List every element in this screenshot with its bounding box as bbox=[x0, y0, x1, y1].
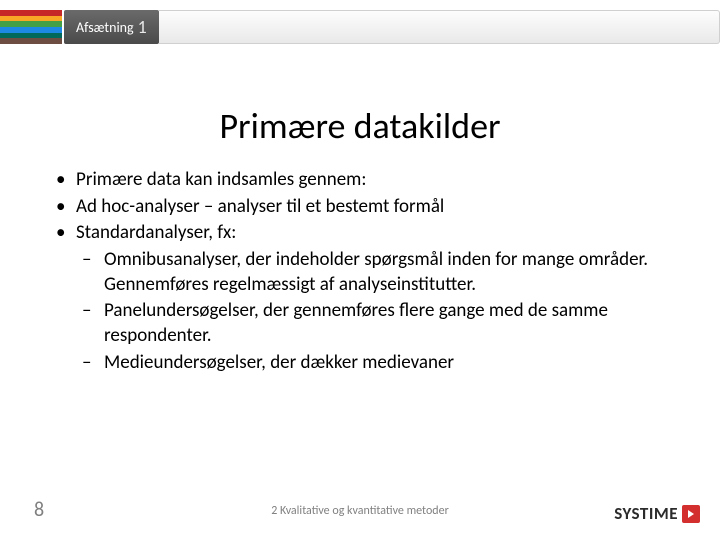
bullet-text: Ad hoc-analyser – analyser til et bestem… bbox=[76, 195, 444, 218]
logo-text: SYSTIME bbox=[614, 503, 678, 524]
play-icon bbox=[682, 505, 700, 523]
slide-title: Primære datakilder bbox=[0, 104, 720, 148]
sub-bullet-text: Omnibusanalyser, der indeholder spørgsmå… bbox=[104, 248, 648, 296]
footer-caption: 2 Kvalitative og kvantitative metoder bbox=[0, 504, 720, 518]
chapter-label: Afsætning bbox=[76, 19, 134, 36]
chapter-tab: Afsætning 1 bbox=[64, 10, 159, 44]
header-bar: Afsætning 1 bbox=[0, 10, 720, 44]
slide: Afsætning 1 Primære datakilder Primære d… bbox=[0, 0, 720, 540]
sub-bullet-text: Panelundersøgelser, der gennemføres fler… bbox=[104, 299, 608, 347]
bullet-item: Ad hoc-analyser – analyser til et bestem… bbox=[54, 195, 686, 220]
sub-bullet-item: Omnibusanalyser, der indeholder spørgsmå… bbox=[76, 248, 686, 297]
bullet-text: Standardanalyser, fx: bbox=[76, 221, 236, 244]
sub-bullet-item: Medieundersøgelser, der dækker medievane… bbox=[76, 351, 686, 376]
slide-content: Primære data kan indsamles gennem: Ad ho… bbox=[54, 168, 686, 378]
header-backdrop bbox=[159, 10, 720, 44]
chapter-number: 1 bbox=[138, 16, 147, 38]
sub-bullet-text: Medieundersøgelser, der dækker medievane… bbox=[104, 351, 454, 374]
sub-bullet-item: Panelundersøgelser, der gennemføres fler… bbox=[76, 299, 686, 348]
bullet-text: Primære data kan indsamles gennem: bbox=[76, 168, 366, 191]
brand-stripes-icon bbox=[0, 10, 62, 44]
bullet-item: Primære data kan indsamles gennem: bbox=[54, 168, 686, 193]
publisher-logo: SYSTIME bbox=[614, 503, 700, 524]
bullet-item: Standardanalyser, fx: Omnibusanalyser, d… bbox=[54, 221, 686, 375]
